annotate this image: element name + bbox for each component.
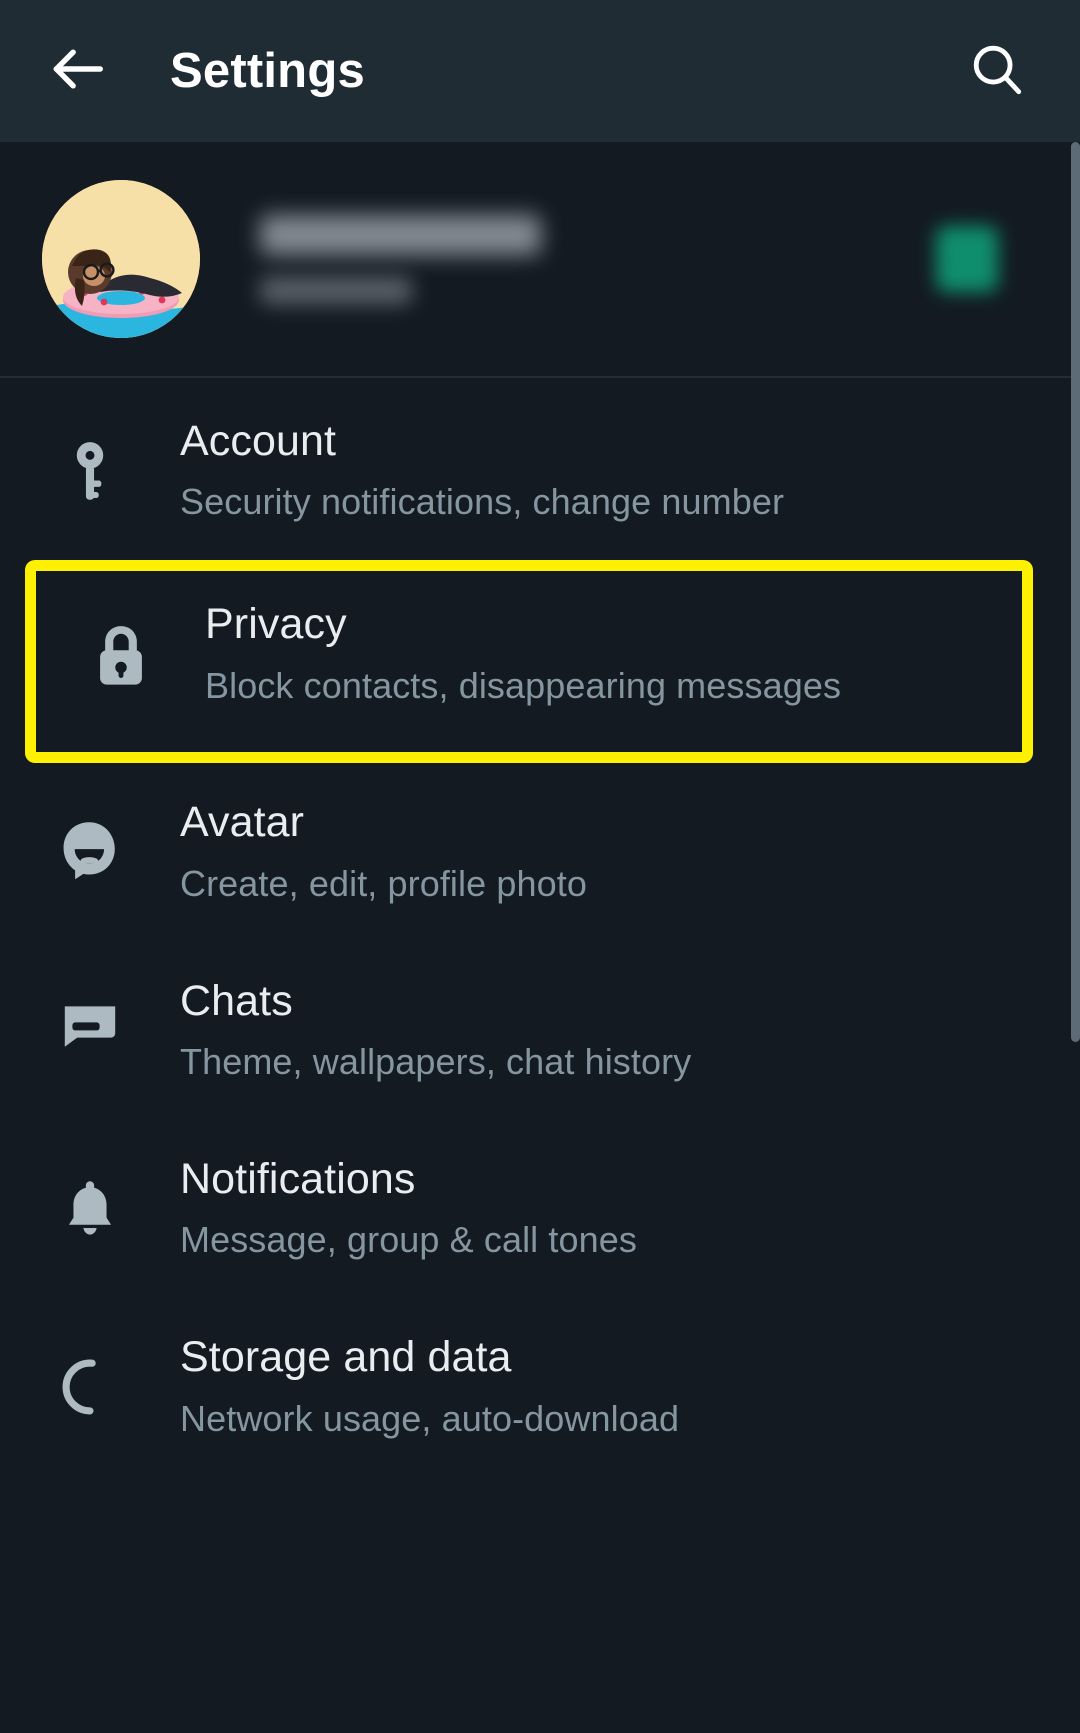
settings-item-subtitle: Network usage, auto-download [180,1397,680,1439]
chat-bubble-icon [0,978,180,1052]
settings-item-chats[interactable]: Chats Theme, wallpapers, chat history [0,942,1080,1120]
vertical-scrollbar[interactable] [1071,142,1080,1042]
app-bar: Settings [0,0,1080,142]
profile-row[interactable] [0,142,1080,378]
settings-item-subtitle: Theme, wallpapers, chat history [180,1041,692,1083]
settings-item-title: Storage and data [180,1333,512,1382]
settings-item-storage[interactable]: Storage and data Network usage, auto-dow… [0,1298,1080,1476]
settings-item-account[interactable]: Account Security notifications, change n… [0,382,1080,560]
avatar-sticker-icon [0,799,180,883]
arrow-left-icon [46,38,108,105]
key-icon [0,418,180,504]
settings-item-body: Chats Theme, wallpapers, chat history [180,976,1050,1084]
settings-item-title: Privacy [205,600,347,649]
profile-name-redacted [260,214,541,255]
lock-icon [36,601,205,689]
settings-item-body: Notifications Message, group & call tone… [180,1156,1050,1262]
avatar[interactable] [42,180,200,338]
settings-list: Account Security notifications, change n… [0,378,1080,1477]
profile-avatar-photo [42,180,200,338]
settings-item-subtitle: Security notifications, change number [180,481,785,523]
settings-screen: Settings Account Security notifications,… [0,0,1080,1733]
profile-status-redacted [260,276,412,304]
profile-text-block [260,214,936,304]
search-icon [968,40,1026,103]
settings-item-subtitle: Create, edit, profile photo [180,862,587,904]
search-button[interactable] [964,38,1030,104]
settings-item-body: Account Security notifications, change n… [180,418,1050,524]
page-title: Settings [170,44,365,98]
storage-refresh-icon [0,1334,180,1418]
settings-item-body: Privacy Block contacts, disappearing mes… [205,601,1012,707]
settings-item-body: Storage and data Network usage, auto-dow… [180,1334,1050,1440]
settings-item-subtitle: Message, group & call tones [180,1219,637,1261]
settings-item-avatar[interactable]: Avatar Create, edit, profile photo [0,763,1080,941]
bell-icon [0,1156,180,1240]
back-button[interactable] [44,38,110,104]
settings-item-body: Avatar Create, edit, profile photo [180,799,1050,905]
settings-item-notifications[interactable]: Notifications Message, group & call tone… [0,1120,1080,1298]
qr-code-icon[interactable] [936,226,998,292]
settings-item-title: Account [180,417,337,465]
settings-item-privacy[interactable]: Privacy Block contacts, disappearing mes… [25,560,1033,764]
settings-item-title: Notifications [180,1155,416,1204]
settings-item-title: Avatar [180,798,305,847]
settings-item-title: Chats [180,976,293,1025]
settings-item-subtitle: Block contacts, disappearing messages [205,664,842,706]
